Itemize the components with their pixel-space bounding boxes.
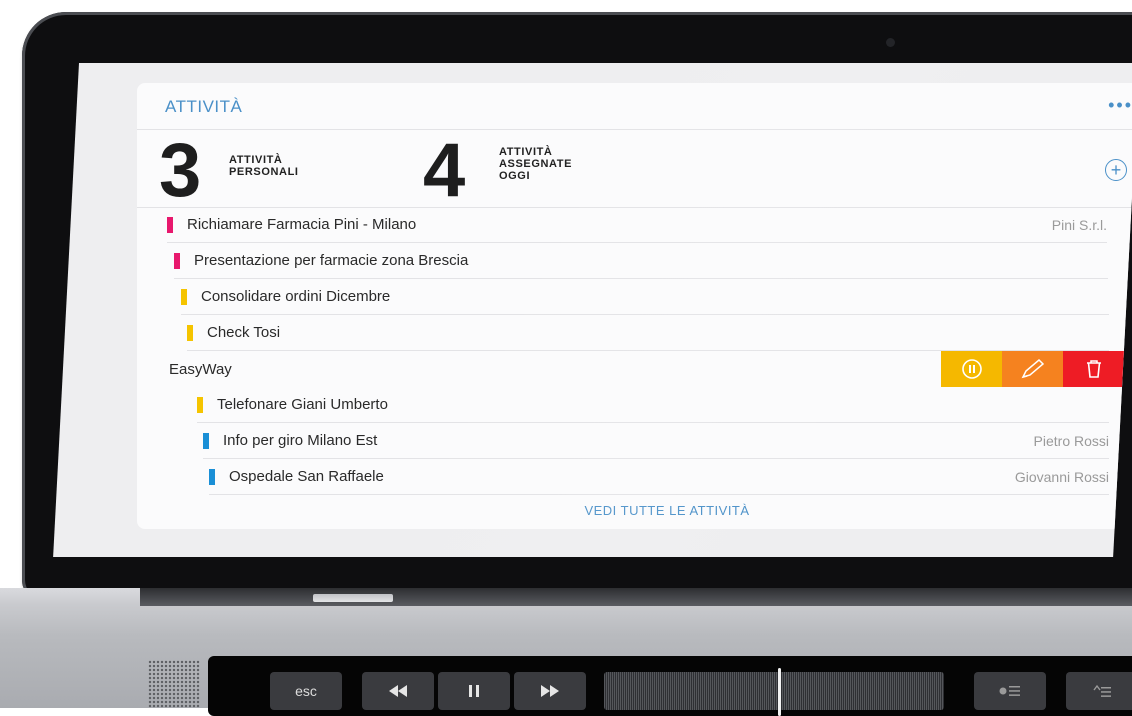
view-all-link[interactable]: VEDI TUTTE LE ATTIVITÀ (137, 503, 1132, 518)
speaker-grille (148, 660, 200, 708)
laptop-screen: ATTIVITÀ ••• 3 ATTIVITÀ PERSONALI 4 ATTI… (53, 63, 1132, 557)
task-label: Info per giro Milano Est (223, 432, 378, 449)
assigned-label-1: ATTIVITÀ (499, 146, 553, 158)
personal-label-2: PERSONALI (229, 166, 299, 178)
personal-label-1: ATTIVITÀ (229, 154, 283, 166)
trash-icon[interactable] (1063, 351, 1124, 387)
task-row[interactable]: Check Tosi (187, 315, 1109, 351)
assigned-label-3: OGGI (499, 170, 531, 182)
touch-bar: esc (208, 656, 1132, 716)
task-label: Ospedale San Raffaele (229, 468, 384, 485)
task-company: Giovanni Rossi (1014, 468, 1109, 485)
list-icon[interactable] (974, 672, 1046, 710)
rewind-icon[interactable] (362, 672, 434, 710)
task-company: Pini S.r.l. (1051, 216, 1107, 233)
camera (886, 38, 895, 47)
hinge-highlight (313, 594, 393, 602)
assigned-count: 4 (423, 128, 464, 213)
stats-bar: 3 ATTIVITÀ PERSONALI 4 ATTIVITÀ ASSEGNAT… (137, 128, 1132, 213)
plus-circle-icon[interactable]: + (1105, 159, 1127, 181)
task-row[interactable]: Telefonare Giani Umberto (197, 387, 1109, 423)
task-row[interactable]: Presentazione per farmacie zona Brescia (174, 243, 1108, 279)
task-label: Presentazione per farmacie zona Brescia (194, 252, 469, 269)
priority-flag (209, 468, 215, 485)
task-label: Check Tosi (207, 324, 281, 341)
pause-icon[interactable] (438, 672, 510, 710)
more-options-icon[interactable]: ••• (1108, 95, 1132, 116)
task-label: EasyWay (169, 360, 232, 378)
task-label: Consolidare ordini Dicembre (201, 288, 391, 305)
task-label: Richiamare Farmacia Pini - Milano (187, 216, 417, 233)
pause-icon[interactable] (941, 351, 1002, 387)
row-actions (941, 351, 1124, 387)
esc-key[interactable]: esc (270, 672, 342, 710)
card-header: ATTIVITÀ ••• (137, 83, 1132, 130)
assigned-label-2: ASSEGNATE (499, 158, 573, 170)
priority-flag (174, 252, 180, 269)
task-row[interactable]: Ospedale San Raffaele Giovanni Rossi (209, 459, 1109, 495)
task-row-swiped[interactable]: EasyWay (169, 351, 1124, 387)
share-list-icon[interactable] (1066, 672, 1132, 710)
laptop-hinge (140, 588, 1132, 606)
personal-count: 3 (159, 128, 200, 213)
task-row[interactable]: Consolidare ordini Dicembre (181, 279, 1109, 315)
priority-flag (187, 324, 193, 341)
priority-flag (167, 216, 173, 233)
priority-flag (203, 432, 209, 449)
task-company: Pietro Rossi (1033, 432, 1109, 449)
priority-flag (181, 288, 187, 305)
task-row[interactable]: Info per giro Milano Est Pietro Rossi (203, 423, 1109, 459)
pencil-icon[interactable] (1002, 351, 1063, 387)
scrubber-strip[interactable] (604, 672, 944, 710)
activities-card: ATTIVITÀ ••• 3 ATTIVITÀ PERSONALI 4 ATTI… (137, 83, 1132, 529)
fast-forward-icon[interactable] (514, 672, 586, 710)
priority-flag (197, 396, 203, 413)
task-row[interactable]: Richiamare Farmacia Pini - Milano Pini S… (167, 207, 1107, 243)
task-label: Telefonare Giani Umberto (217, 396, 388, 413)
scrubber-handle[interactable] (778, 668, 781, 716)
card-title: ATTIVITÀ (165, 97, 243, 116)
